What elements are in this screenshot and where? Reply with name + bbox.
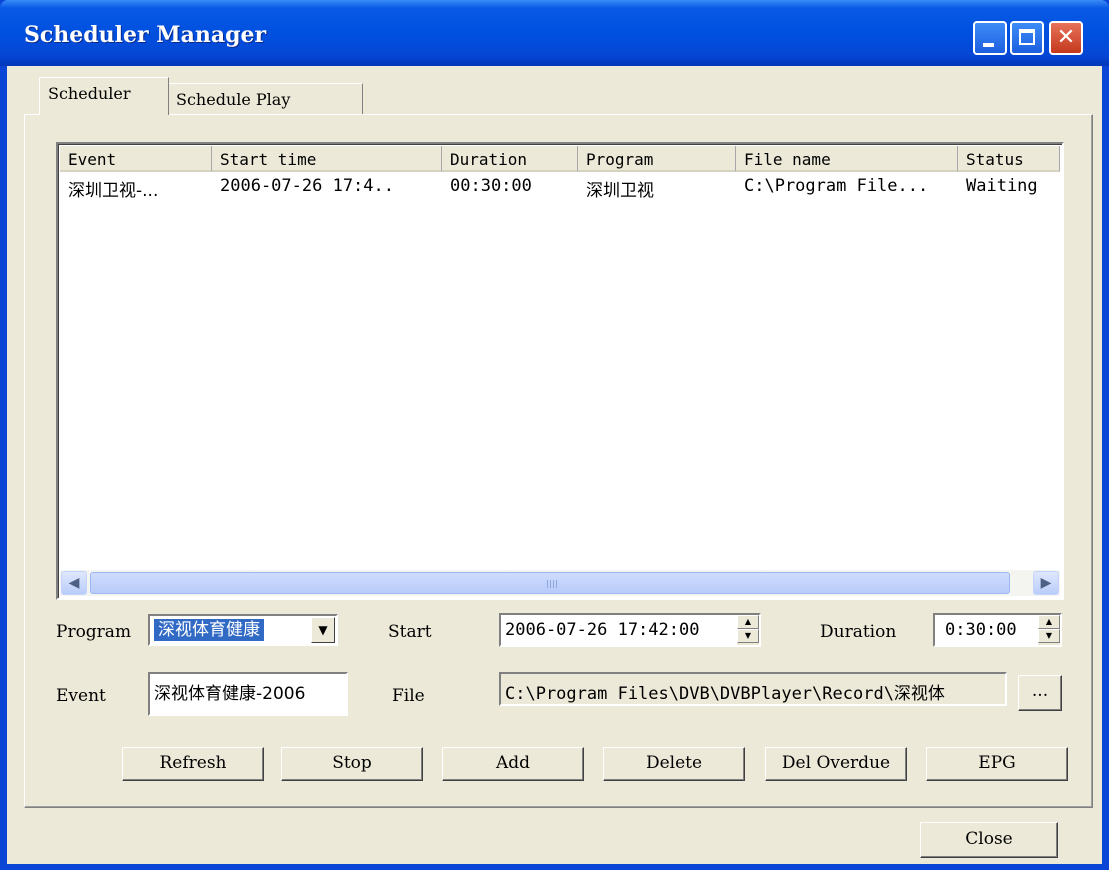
program-dropdown[interactable]: 深视体育健康 ▼	[148, 614, 338, 646]
horizontal-scrollbar[interactable]: ◀ ▶	[60, 570, 1060, 596]
cell-start-time: 2006-07-26 17:4..	[220, 176, 394, 196]
duration-picker[interactable]: 0:30:00 ▲ ▼	[933, 613, 1062, 647]
spin-down-icon[interactable]: ▼	[737, 629, 759, 643]
add-button[interactable]: Add	[442, 747, 584, 781]
file-path-field[interactable]: C:\Program Files\DVB\DVBPlayer\Record\深视…	[499, 672, 1007, 706]
browse-button[interactable]: ...	[1018, 675, 1062, 711]
chevron-down-icon: ▼	[318, 623, 328, 637]
event-label: Event	[56, 686, 106, 706]
column-header-program[interactable]: Program	[578, 146, 736, 172]
event-input[interactable]: 深视体育健康-2006	[148, 672, 348, 716]
column-header-file-name[interactable]: File name	[736, 146, 958, 172]
minimize-button[interactable]	[973, 21, 1007, 55]
column-header-status[interactable]: Status	[958, 146, 1060, 172]
maximize-icon	[1019, 29, 1035, 45]
scrollbar-thumb[interactable]	[90, 572, 1010, 594]
tab-schedule-play[interactable]: Schedule Play	[167, 83, 363, 115]
column-header-start-time[interactable]: Start time	[212, 146, 442, 172]
cell-program: 深圳卫视	[586, 181, 654, 200]
cell-file-name: C:\Program File...	[744, 176, 929, 196]
title-bar[interactable]: Scheduler Manager ✕	[0, 0, 1109, 66]
column-header-duration[interactable]: Duration	[442, 146, 578, 172]
file-label: File	[392, 686, 425, 706]
start-datetime-picker[interactable]: 2006-07-26 17:42:00 ▲ ▼	[499, 613, 761, 647]
schedule-list[interactable]: Event Start time Duration Program File n…	[56, 142, 1064, 600]
close-window-button[interactable]: ✕	[1049, 21, 1083, 55]
cell-event: 深圳卫视-...	[68, 181, 159, 200]
epg-button[interactable]: EPG	[926, 747, 1068, 781]
scroll-left-button[interactable]: ◀	[61, 571, 87, 595]
duration-value: 0:30:00	[945, 620, 1017, 640]
spin-up-icon[interactable]: ▲	[1038, 615, 1060, 629]
stop-button[interactable]: Stop	[281, 747, 423, 781]
cell-status: Waiting	[966, 176, 1038, 196]
minimize-icon	[983, 43, 994, 47]
close-button[interactable]: Close	[920, 822, 1058, 858]
program-dropdown-button[interactable]: ▼	[311, 617, 335, 643]
close-icon: ✕	[1056, 25, 1076, 50]
window-title: Scheduler Manager	[24, 22, 267, 48]
column-header-event[interactable]: Event	[60, 146, 212, 172]
delete-button[interactable]: Delete	[603, 747, 745, 781]
del-overdue-button[interactable]: Del Overdue	[765, 747, 907, 781]
scroll-right-button[interactable]: ▶	[1033, 571, 1059, 595]
table-row[interactable]: 深圳卫视-... 2006-07-26 17:4.. 00:30:00 深圳卫视…	[60, 174, 1060, 200]
arrow-left-icon: ◀	[68, 575, 80, 591]
start-datetime-value: 2006-07-26 17:42:00	[505, 620, 700, 640]
refresh-button[interactable]: Refresh	[122, 747, 264, 781]
arrow-right-icon: ▶	[1040, 575, 1052, 591]
duration-label: Duration	[820, 622, 897, 642]
maximize-button[interactable]	[1010, 21, 1044, 55]
cell-duration: 00:30:00	[450, 176, 532, 196]
list-header: Event Start time Duration Program File n…	[60, 146, 1060, 174]
start-spinner[interactable]: ▲ ▼	[737, 615, 759, 645]
start-label: Start	[388, 622, 432, 642]
spin-down-icon[interactable]: ▼	[1038, 629, 1060, 643]
duration-spinner[interactable]: ▲ ▼	[1038, 615, 1060, 645]
grip-icon	[547, 580, 557, 588]
spin-up-icon[interactable]: ▲	[737, 615, 759, 629]
tab-scheduler[interactable]: Scheduler	[39, 77, 169, 115]
program-selected-value: 深视体育健康	[154, 619, 264, 641]
program-label: Program	[56, 622, 132, 642]
